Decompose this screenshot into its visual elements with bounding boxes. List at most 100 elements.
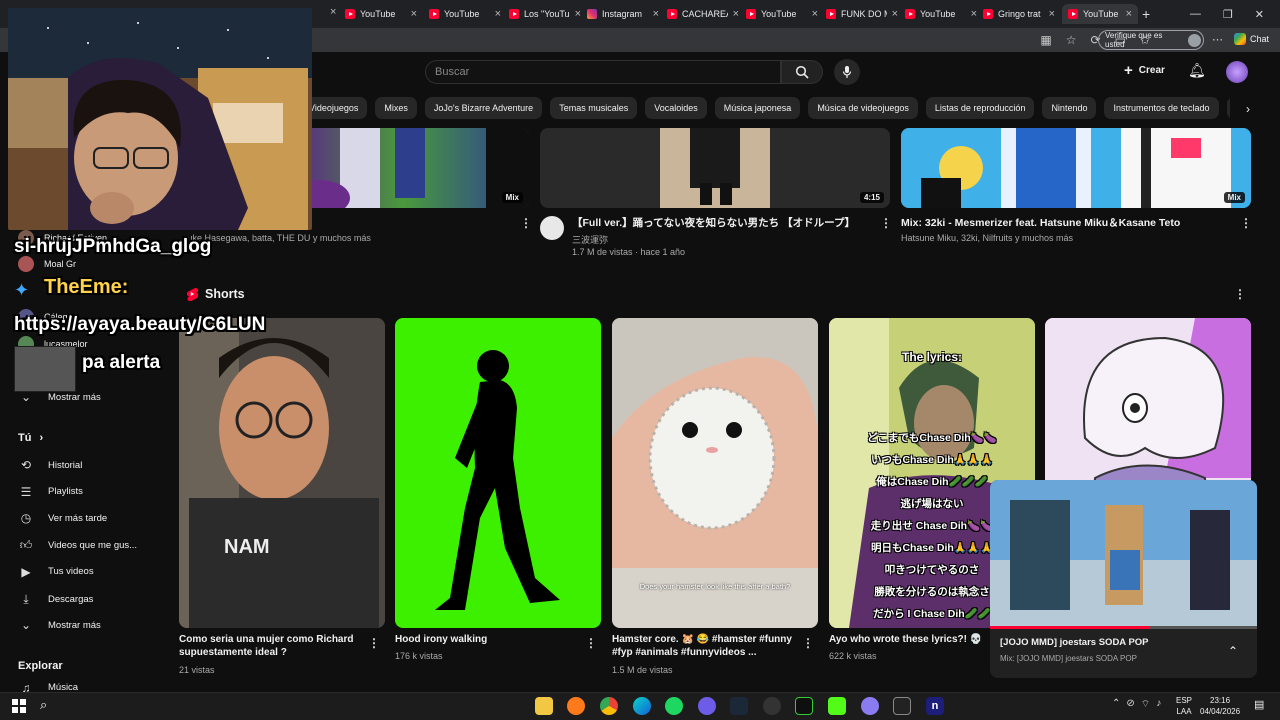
- chevron-up-icon[interactable]: ⌃: [1112, 698, 1120, 711]
- video-menu-icon[interactable]: ⋮: [880, 216, 892, 230]
- create-button[interactable]: + Crear: [1124, 62, 1165, 79]
- filter-chip[interactable]: Temas musicales: [550, 97, 638, 119]
- minimize-icon[interactable]: —: [1190, 8, 1201, 20]
- video-thumbnail[interactable]: Mix: [300, 128, 529, 208]
- tab-close-icon[interactable]: ×: [1126, 8, 1132, 20]
- filter-chip[interactable]: Música de videojuegos: [808, 97, 918, 119]
- wifi-icon[interactable]: ⌔: [1141, 698, 1150, 711]
- short-title[interactable]: Hamster core. 🐹 😂 #hamster #funny #fyp #…: [612, 633, 792, 659]
- taskbar-search-icon[interactable]: ⌕: [40, 697, 47, 713]
- short-title[interactable]: Ayo who wrote these lyrics?! 💀: [829, 633, 1009, 646]
- browser-tab[interactable]: YouTube ×: [905, 4, 977, 24]
- short-thumbnail[interactable]: [395, 318, 601, 628]
- tab-close-icon[interactable]: ×: [1049, 8, 1055, 20]
- sidebar-you-header[interactable]: Tú ›: [18, 432, 43, 444]
- kick-icon[interactable]: [828, 697, 846, 715]
- short-thumbnail[interactable]: Does your hamster look like this after a…: [612, 318, 818, 628]
- short-thumbnail[interactable]: NAM: [179, 318, 385, 628]
- app-icon[interactable]: [861, 697, 879, 715]
- tab-close-icon[interactable]: ×: [411, 8, 417, 20]
- terminal-icon[interactable]: [893, 697, 911, 715]
- account-avatar[interactable]: [1226, 61, 1248, 83]
- video-channel[interactable]: 三波運弥: [572, 233, 608, 246]
- shorts-menu-icon[interactable]: ⋮: [1234, 287, 1246, 301]
- chevron-right-icon[interactable]: ›: [1236, 97, 1260, 121]
- video-title[interactable]: Mix: 32ki - Mesmerizer feat. Hatsune Mik…: [901, 217, 1221, 230]
- subscription-item[interactable]: Moal Gr: [18, 256, 76, 272]
- filter-chip[interactable]: Mixes: [375, 97, 417, 119]
- steam-icon[interactable]: [730, 697, 748, 715]
- maximize-icon[interactable]: ❐: [1223, 8, 1233, 21]
- streamer-app-icon[interactable]: [795, 697, 813, 715]
- discord-icon[interactable]: [698, 697, 716, 715]
- tab-close-icon[interactable]: ×: [330, 6, 336, 18]
- chevron-up-icon[interactable]: ⌃: [1228, 644, 1238, 658]
- browser-tab[interactable]: YouTube ×: [429, 4, 501, 24]
- filter-chip[interactable]: JoJo's Bizarre Adventure: [424, 97, 543, 119]
- tab-close-icon[interactable]: ×: [495, 8, 501, 20]
- browser-tab[interactable]: Gringo trat ×: [983, 4, 1055, 24]
- tab-close-icon[interactable]: ×: [812, 8, 818, 20]
- browser-tab[interactable]: CACHAREA ×: [667, 4, 739, 24]
- security-icon[interactable]: ⊘: [1126, 698, 1134, 711]
- notion-icon[interactable]: n: [926, 697, 944, 715]
- more-icon[interactable]: ⋯: [1212, 33, 1223, 46]
- video-menu-icon[interactable]: ⋮: [520, 216, 532, 230]
- filter-chip[interactable]: Vocaloides: [645, 97, 707, 119]
- sidebar-item-clock[interactable]: ◷ Ver más tarde: [18, 511, 107, 525]
- video-title[interactable]: 【Full ver.】踊ってない夜を知らない男たち 【オドループ】: [572, 217, 872, 230]
- star-icon[interactable]: ☆: [1066, 33, 1077, 47]
- sidebar-show-more-subs[interactable]: ⌄ Mostrar más: [18, 390, 101, 404]
- browser-tab[interactable]: FUNK DO M ×: [826, 4, 898, 24]
- browser-tab[interactable]: Instagram ×: [587, 4, 659, 24]
- start-button[interactable]: [12, 699, 26, 713]
- browser-tab[interactable]: YouTube ×: [345, 4, 417, 24]
- sidebar-item-chevron-down[interactable]: ⌄ Mostrar más: [18, 618, 101, 632]
- tab-close-icon[interactable]: ×: [575, 8, 581, 20]
- tab-close-icon[interactable]: ×: [653, 8, 659, 20]
- short-menu-icon[interactable]: ⋮: [368, 636, 380, 650]
- browser-tab[interactable]: Los "YouTu ×: [509, 4, 581, 24]
- chrome-icon[interactable]: [600, 697, 618, 715]
- notifications-icon[interactable]: ▤: [1254, 698, 1264, 711]
- miniplayer[interactable]: [JOJO MMD] joestars SODA POP Mix: [JOJO …: [990, 480, 1257, 678]
- video-thumbnail[interactable]: Mix: [901, 128, 1251, 208]
- sidebar-item-video[interactable]: ▶ Tus videos: [18, 565, 93, 579]
- filter-chip[interactable]: Música japonesa: [714, 97, 801, 119]
- filter-chip[interactable]: H: [1226, 97, 1230, 119]
- short-menu-icon[interactable]: ⋮: [585, 636, 597, 650]
- search-input[interactable]: Buscar: [425, 60, 781, 84]
- sidebar-item-thumbs-up[interactable]: 👍︎ Videos que me gus...: [18, 538, 137, 553]
- system-tray[interactable]: ⌃ ⊘ ⌔ ♪: [1112, 698, 1161, 711]
- channel-avatar[interactable]: [540, 216, 564, 240]
- filter-chip[interactable]: Nintendo: [1042, 97, 1097, 119]
- obs-icon[interactable]: [763, 697, 781, 715]
- tab-close-icon[interactable]: ×: [892, 8, 898, 20]
- video-channel[interactable]: Hatsune Miku, 32ki, Nilfruits y muchos m…: [901, 233, 1073, 243]
- new-tab-button[interactable]: +: [1142, 6, 1150, 22]
- browser-tab[interactable]: YouTube ×: [1062, 4, 1138, 24]
- file-explorer-icon[interactable]: [535, 697, 553, 715]
- copilot-chat-button[interactable]: Chat: [1234, 33, 1269, 45]
- notifications-bell-icon[interactable]: 🔔︎: [1188, 62, 1206, 79]
- firefox-icon[interactable]: [567, 697, 585, 715]
- spotify-icon[interactable]: [665, 697, 683, 715]
- volume-icon[interactable]: ♪: [1156, 698, 1161, 711]
- filter-chip[interactable]: Listas de reproducción: [925, 97, 1035, 119]
- sidebar-item-download[interactable]: ⤓ Descargas: [18, 592, 93, 607]
- video-menu-icon[interactable]: ⋮: [1240, 216, 1252, 230]
- tab-close-icon[interactable]: ×: [733, 8, 739, 20]
- browser-tab[interactable]: YouTube ×: [746, 4, 818, 24]
- tab-close-icon[interactable]: ×: [971, 8, 977, 20]
- sidebar-item-music[interactable]: ♫ Música: [18, 683, 79, 692]
- voice-search-button[interactable]: [834, 59, 860, 85]
- extensions-icon[interactable]: ▦: [1040, 33, 1051, 47]
- search-button[interactable]: [781, 60, 823, 84]
- short-menu-icon[interactable]: ⋮: [802, 636, 814, 650]
- edge-icon[interactable]: [633, 697, 651, 715]
- short-title[interactable]: Hood irony walking: [395, 633, 575, 646]
- clock[interactable]: 23:16 04/04/2026: [1200, 695, 1240, 717]
- sidebar-item-history[interactable]: ⟲ Historial: [18, 458, 82, 472]
- verify-button[interactable]: Verifique que es usted: [1098, 30, 1204, 50]
- video-thumbnail[interactable]: 4:15: [540, 128, 890, 208]
